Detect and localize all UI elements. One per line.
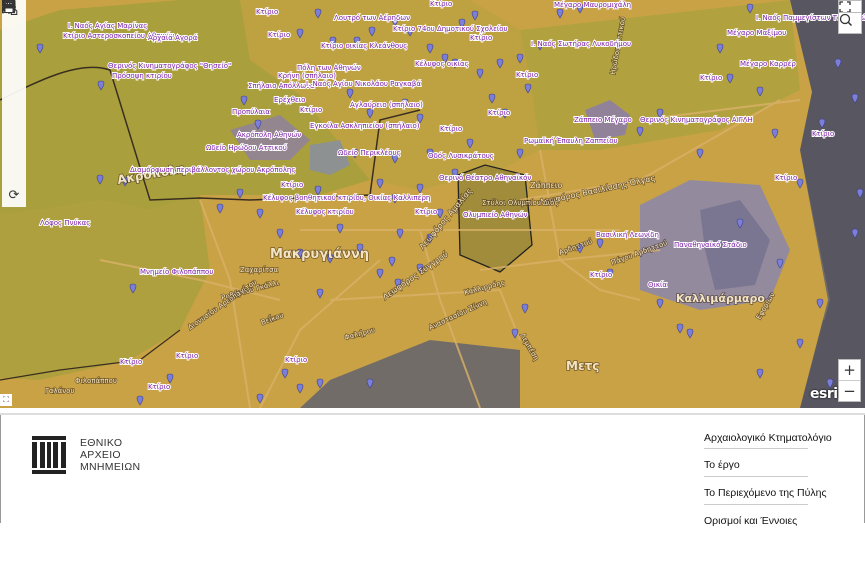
- street-label: Ζάππειο: [530, 181, 562, 190]
- poi-label: Κτίριο: [120, 358, 142, 366]
- print-icon[interactable]: [2, 0, 26, 184]
- poi-label: Θερινός Κινηματογράφος ΑΙΓΛΗ: [640, 116, 753, 124]
- poi-label: Κτίριο: [440, 125, 462, 133]
- poi-label: Κτίριο: [516, 71, 538, 79]
- logo-line: ΕΘΝΙΚΟ: [80, 437, 123, 449]
- map-toolbar: ⌂ ⟳: [2, 0, 26, 207]
- poi-label: Κτίριο: [148, 383, 170, 391]
- poi-label: Ρωμαϊκή Έπαυλη Ζαππείου: [524, 137, 618, 145]
- poi-label: Κτίριο: [430, 0, 452, 8]
- poi-label: Πόλη των Αθηνών: [297, 64, 361, 72]
- grid-icon[interactable]: [2, 0, 26, 69]
- poi-label: Κέλυφος κτιρίου: [296, 208, 354, 216]
- layers-icon[interactable]: [2, 0, 26, 92]
- logo[interactable]: ΕΘΝΙΚΟ ΑΡΧΕΙΟ ΜΝΗΜΕΙΩΝ: [32, 436, 140, 474]
- map-canvas[interactable]: Ακρόπολη Μακρυγιάννη Καλλιμάρμαρο Μετς Λεωφό…: [0, 0, 865, 408]
- logo-text: ΕΘΝΙΚΟ ΑΡΧΕΙΟ ΜΝΗΜΕΙΩΝ: [80, 437, 140, 473]
- poi-label: Λόφος Πνύκας: [40, 219, 90, 227]
- footer-nav: Αρχαιολογικό Κτηματολόγιο Το έργο Το Περ…: [704, 428, 832, 532]
- attribution-icon[interactable]: ⛶: [0, 394, 12, 406]
- poi-label: Σπήλαιο Απόλλωνα: [248, 82, 315, 90]
- map-pin-icon[interactable]: [2, 0, 26, 161]
- street-label: Στύλοι Ολυμπίου Διός: [482, 199, 559, 207]
- poi-label: Λουτρό των Αέρηδων: [334, 14, 410, 22]
- zoom-in-button[interactable]: +: [839, 360, 860, 380]
- zoom-out-button[interactable]: −: [839, 380, 860, 401]
- poi-label: Κτίριο: [281, 181, 303, 189]
- poi-label: Ι. Ναός Αγίου Νικολάου Ραγκαβά: [306, 80, 421, 88]
- left-edge: [0, 415, 1, 523]
- nav-heading[interactable]: Αρχαιολογικό Κτηματολόγιο: [704, 428, 832, 448]
- poi-label: Μέγαρο Καρρέρ: [740, 60, 796, 68]
- poi-label: Αγλαύρειο (σπήλαιο): [350, 101, 423, 109]
- poi-label: Κτίριο: [268, 31, 290, 39]
- poi-label: Οδός Λυσικράτους: [428, 152, 494, 160]
- street-label: Μετς: [566, 359, 599, 373]
- poi-label: Βασιλική Λεωνίδη: [596, 231, 659, 239]
- poi-label: Διαμόρφωση περιβάλλοντος χώρου Ακρόπολης: [130, 166, 295, 174]
- poi-label: Ι. Ναός Σωτήρας Λυκοδήμου: [531, 40, 631, 48]
- poi-label: Μέγαρο Μαξίμου: [727, 29, 786, 37]
- poi-label: Κτίριο: [176, 352, 198, 360]
- poi-label: Κτίριο: [488, 109, 510, 117]
- map-divider: [0, 413, 865, 415]
- ruler-icon[interactable]: [2, 0, 26, 138]
- poi-label: Κέλυφος οικίας: [415, 60, 469, 68]
- poi-label: Παναθηναϊκό Στάδιο: [674, 241, 747, 249]
- poi-label: Κτίριο: [700, 74, 722, 82]
- poi-label: Ι. Ναός Αγίας Μαρίνας: [68, 22, 147, 30]
- locate-icon[interactable]: [2, 0, 26, 46]
- esri-logo: esri: [810, 386, 838, 402]
- poi-label: Θερινό Θέατρο Αθηναϊκόν: [439, 174, 531, 182]
- poi-label: Αρχαία Αγορά: [148, 34, 198, 42]
- poi-label: Ακρόπολη Αθηνών: [237, 131, 301, 139]
- poi-label: Οικία: [648, 281, 667, 289]
- nav-item-definitions[interactable]: Ορισμοί και Έννοιες: [704, 504, 808, 532]
- poi-label: Πρόσοψη κτιρίου: [112, 72, 172, 80]
- poi-label: Κτίριο: [415, 208, 437, 216]
- poi-label: Κτίριο: [285, 356, 307, 364]
- logo-line: ΜΝΗΜΕΙΩΝ: [80, 461, 141, 473]
- nav-item-project[interactable]: Το έργο: [704, 448, 808, 476]
- poi-label: Ωδείο Περικλέους: [338, 149, 401, 157]
- poi-label: Θερινός Κινηματογράφος "Θησείο": [108, 62, 231, 70]
- list-icon[interactable]: [2, 0, 26, 115]
- street-label: Καλλιμάρμαρο: [676, 292, 765, 305]
- poi-label: Κτίριο: [300, 106, 322, 114]
- poi-label: Μνημείο Φιλοπάππου: [140, 268, 213, 276]
- poi-label: Εγκοίλα Ασκληπιείου (σπήλαιο): [310, 122, 420, 130]
- poi-label: Κτίριο 74ου Δημοτικού Σχολείου: [393, 25, 508, 33]
- poi-label: Κτίριο οικίας Κλεάνθους: [321, 42, 407, 50]
- street-label: Φιλοπάππου: [75, 377, 117, 385]
- street-label: Ζαχαρίτσα: [240, 266, 279, 274]
- poi-label: Κτίριο: [812, 130, 834, 138]
- poi-label: Κτίριο: [256, 8, 278, 16]
- poi-label: Ερέχθειο: [274, 96, 305, 104]
- search-location-icon[interactable]: [838, 12, 862, 34]
- refresh-icon[interactable]: ⟳: [2, 184, 26, 207]
- poi-label: Ζάππειο Μέγαρο: [574, 116, 632, 124]
- poi-label: Κρήνη (σπήλαιο): [278, 72, 336, 80]
- poi-label: Κέλυφος βοηθητικού κτιρίου, Οικίας Καλλι…: [263, 194, 430, 202]
- street-label: Μακρυγιάννη: [270, 247, 369, 262]
- poi-label: Ωδείο Ηρώδου Αττικού: [206, 144, 287, 152]
- poi-label: Μέγαρο Μαυρομιχάλη: [554, 1, 631, 9]
- street-label: Γαλάνου: [45, 387, 75, 395]
- zoom-control: + −: [838, 359, 861, 402]
- nav-item-portal-content[interactable]: Το Περιεχόμενο της Πύλης: [704, 476, 827, 504]
- map-svg[interactable]: ΑκρόποληΜακρυγιάννηΚαλλιμάρμαροΜετςΛεωφό…: [0, 0, 865, 408]
- poi-label: Προπύλαια: [232, 108, 270, 116]
- poi-label: Ολυμπιείο Αθηνών: [463, 211, 528, 219]
- logo-icon: [32, 436, 66, 474]
- poi-label: Κτίριο: [775, 174, 797, 182]
- logo-line: ΑΡΧΕΙΟ: [80, 449, 121, 461]
- poi-label: Κτίριο: [590, 271, 612, 279]
- poi-label: Κτίριο: [470, 34, 492, 42]
